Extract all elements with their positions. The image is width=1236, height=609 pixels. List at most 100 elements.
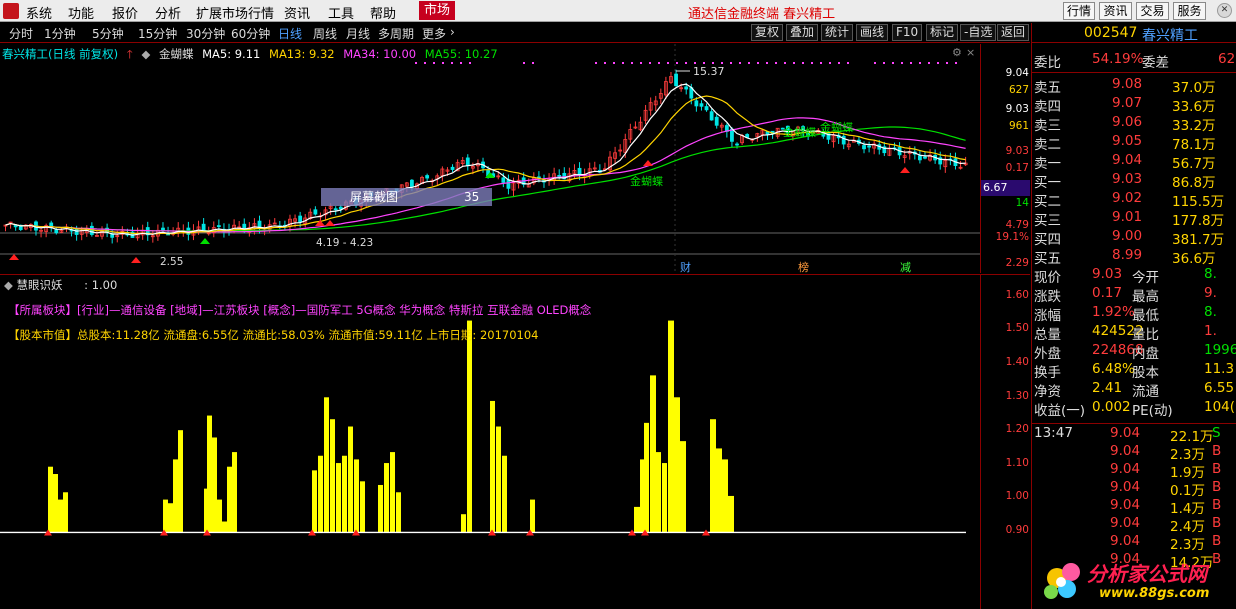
stat-row: 收益(一) 0.002 PE(动) 104( [1032,399,1236,419]
stat-row: 涨跌 0.17 最高 9. [1032,285,1236,305]
indicator-tick-3: 1.40 [1005,356,1029,368]
indicator-bar [173,459,178,533]
tab-intraday[interactable]: 分时 [9,25,33,42]
indicator-bar [656,452,661,533]
signal-dot [631,62,633,64]
close-window-icon[interactable]: ✕ [1217,3,1232,18]
menu-system[interactable]: 系统 [26,3,52,22]
event-marker-reduce[interactable]: 减 [900,261,911,273]
event-marker-ranking[interactable]: 榜 [798,260,809,273]
indicator-panel[interactable]: ◆ 慧眼识妖 : 1.00 【所属板块】[行业]—通信设备 [地域]—江苏板块 … [0,274,980,609]
chevron-right-icon[interactable]: › [450,25,455,39]
trade-button[interactable]: 交易 [1136,2,1169,20]
adjust-button[interactable]: 复权 [751,24,784,41]
tab-multi-period[interactable]: 多周期 [378,25,414,42]
tab-60min[interactable]: 60分钟 [231,25,270,42]
axis-label-2: 627 [1008,84,1029,96]
draw-button[interactable]: 画线 [856,24,889,41]
signal-dot [622,62,624,64]
indicator-bar [178,430,183,533]
menu-tools[interactable]: 工具 [328,3,354,22]
kline-chart-panel[interactable]: 屏幕截图 35 15.37 4.19 - 4.23 2.55 金蝴蝶 金蝴蝶 金… [0,44,980,273]
tick-side: B [1212,515,1222,531]
signal-dot [739,62,741,64]
news-button[interactable]: 资讯 [1099,2,1132,20]
signal-dot [730,62,732,64]
menu-help[interactable]: 帮助 [370,3,396,22]
candle-body [74,228,79,235]
menu-extended-market[interactable]: 扩展市场行情 [196,3,274,22]
tab-weekly[interactable]: 周线 [313,25,337,42]
tab-30min[interactable]: 30分钟 [186,25,225,42]
mark-button[interactable]: 标记 [926,24,959,41]
indicator-bullet-icon: ◆ [141,47,151,61]
f10-button[interactable]: F10 [892,24,923,41]
menu-news[interactable]: 资讯 [284,3,310,22]
stat-label: 量比 [1132,327,1159,343]
indicator-bar [530,499,535,533]
tab-daily[interactable]: 日线 [278,25,302,42]
indicator-bar [396,492,401,533]
sell-level-label: 卖五 [1034,80,1061,96]
candle-body [862,145,866,150]
indicator-bar [634,506,640,533]
close-indicator-icon[interactable]: × [966,46,975,59]
kline-chart[interactable]: 屏幕截图 35 15.37 4.19 - 4.23 2.55 金蝴蝶 金蝴蝶 金… [0,44,980,273]
indicator-bar [650,375,656,533]
signal-dot [595,62,597,64]
sell-level-label: 卖二 [1034,137,1061,153]
signal-dot [757,62,759,64]
candle-body [216,225,221,227]
menu-market-button[interactable]: 市场 [419,1,455,20]
axis-label-5: 9.03 [1005,145,1029,157]
menu-analysis[interactable]: 分析 [155,3,181,22]
signal-arrow [131,257,141,263]
tab-15min[interactable]: 15分钟 [138,25,177,42]
signal-dot [874,62,876,64]
menu-quote[interactable]: 报价 [112,3,138,22]
indicator-tick-2: 1.50 [1005,322,1029,334]
overlay-button[interactable]: 叠加 [786,24,819,41]
sell-row: 卖五 9.08 37.0万 [1032,76,1236,96]
statistics-button[interactable]: 统计 [821,24,854,41]
event-marker-finance[interactable]: 财 [680,260,691,273]
signal-arrow [200,238,210,244]
ma5-line [5,83,966,236]
tab-more[interactable]: 更多 [422,25,446,42]
tick-volume: 1.9万 [1170,465,1205,481]
settings-gear-icon[interactable]: ⚙ [952,46,962,59]
back-button[interactable]: 返回 [997,24,1030,41]
indicator-bar-chart[interactable] [0,275,980,609]
tab-1min[interactable]: 1分钟 [44,25,76,42]
tab-monthly[interactable]: 月线 [346,25,370,42]
buy-level-label: 买一 [1034,175,1061,191]
signal-dot [523,62,525,64]
signal-dot [811,62,813,64]
stat-label: 流通 [1132,384,1159,400]
buy-row: 买四 9.00 381.7万 [1032,228,1236,248]
tick-time: 13:47 [1034,425,1073,441]
indicator-title[interactable]: 慧眼识妖 [17,278,63,292]
tick-row: 13:47 9.04 22.1万 S [1032,425,1236,445]
main-chart-header: 春兴精工(日线 前复权) 🡑 ◆ 金蝴蝶 MA5: 9.11 MA13: 9.3… [2,46,503,62]
watchlist-remove-button[interactable]: -自选 [960,24,997,41]
menu-function[interactable]: 功能 [68,3,94,22]
tab-5min[interactable]: 5分钟 [92,25,124,42]
stock-header: 002547 春兴精工 [1032,23,1236,44]
stat-value: 1996 [1204,342,1236,358]
signal-dot [937,62,939,64]
quote-button[interactable]: 行情 [1063,2,1095,20]
stat-label: 涨幅 [1034,308,1061,324]
candle-body [54,229,59,234]
sell-level-volume: 78.1万 [1172,137,1216,153]
quote-side-panel: 002547 春兴精工 委比 54.19% 委差 62 卖五 9.08 37.0万卖… [1031,23,1236,609]
signal-dot [928,62,930,64]
stat-row: 换手 6.48% 股本 11.3 [1032,361,1236,381]
buy-level-label: 买四 [1034,232,1061,248]
indicator-bar [674,397,680,533]
indicator-name[interactable]: 金蝴蝶 [159,47,194,61]
market-value-info: 【股本市值】总股本:11.28亿 流通盘:6.55亿 流通比:58.03% 流通… [8,328,539,342]
service-button[interactable]: 服务 [1173,2,1206,20]
signal-dot [694,62,696,64]
tick-row: 9.04 1.4万 B [1032,497,1236,517]
